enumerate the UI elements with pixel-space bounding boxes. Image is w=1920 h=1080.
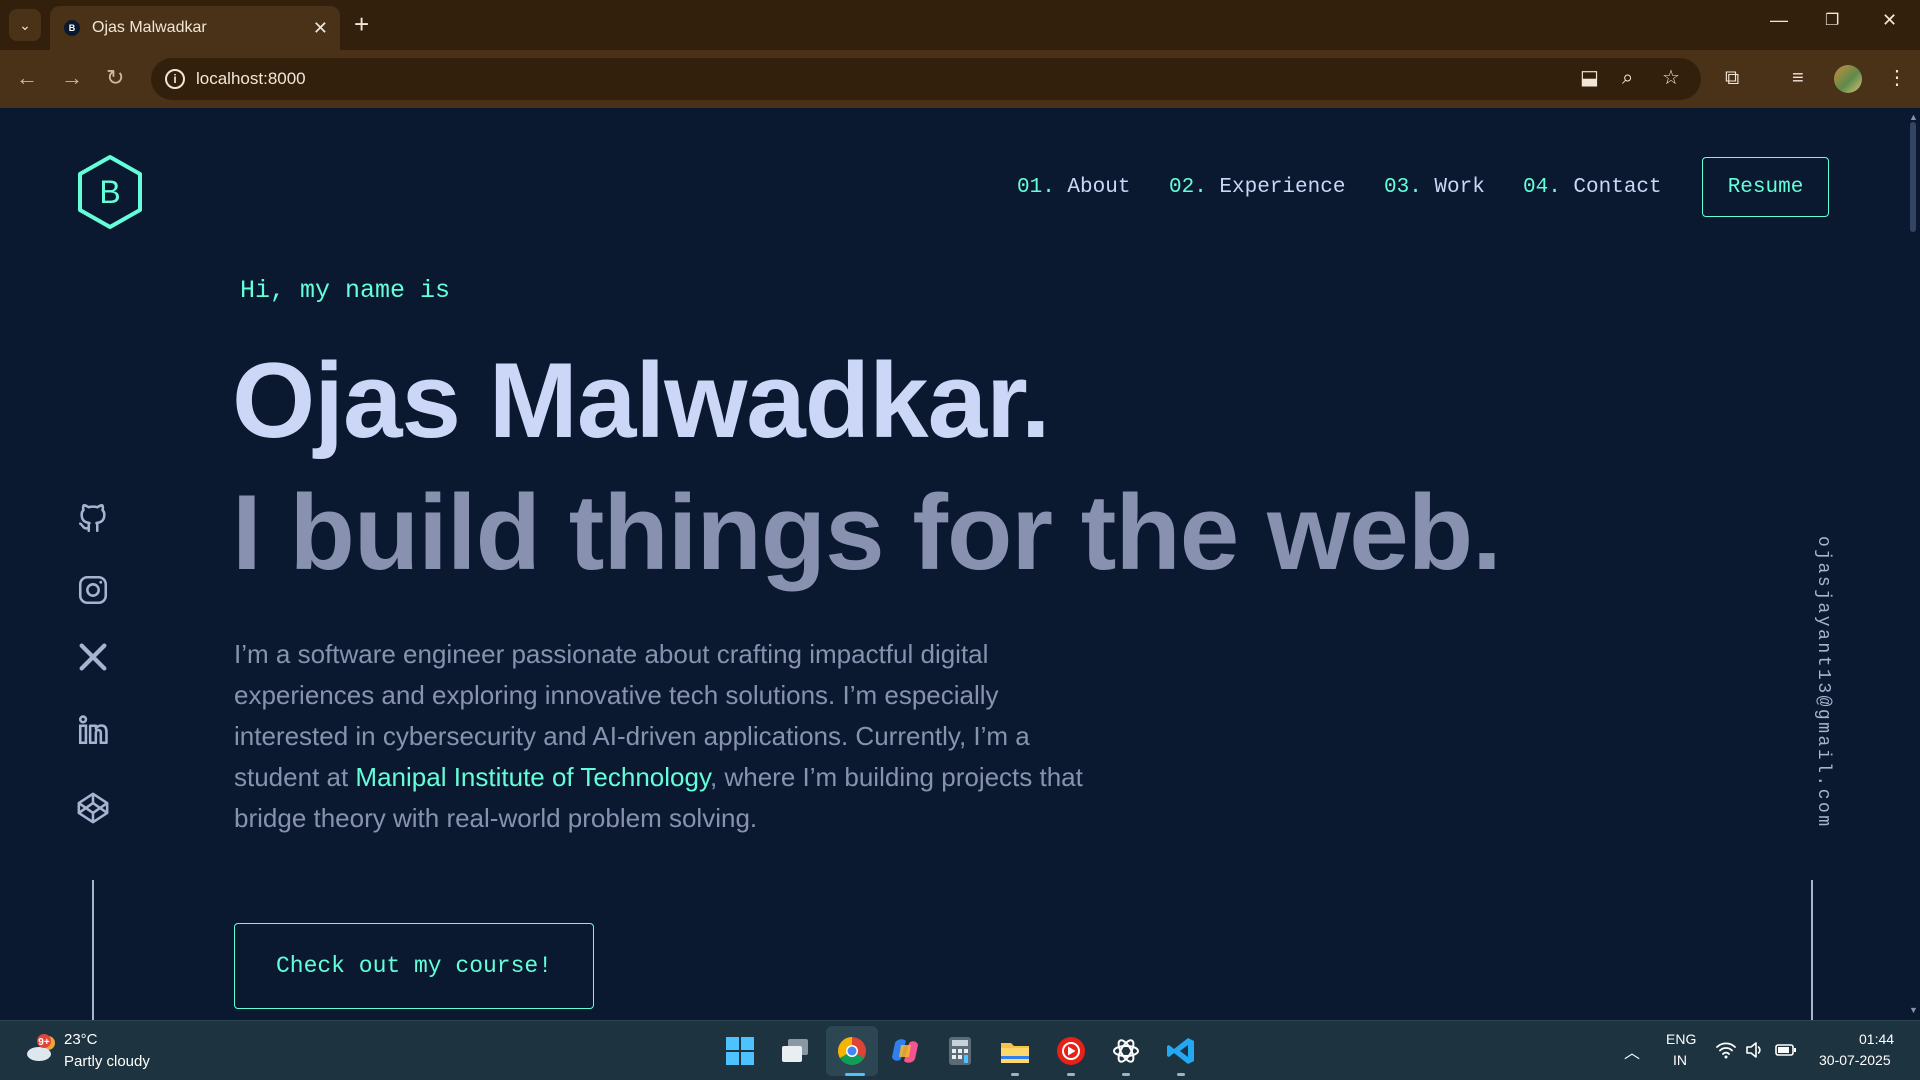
weather-temp[interactable]: 23°C — [64, 1031, 98, 1048]
x-icon[interactable] — [76, 640, 110, 674]
clock-time[interactable]: 01:44 — [1859, 1031, 1894, 1047]
language-primary[interactable]: ENG — [1666, 1031, 1696, 1047]
favicon-icon: B — [64, 20, 80, 36]
back-button[interactable]: ← — [16, 64, 38, 92]
clock-date[interactable]: 30-07-2025 — [1819, 1052, 1891, 1068]
profile-avatar[interactable] — [1834, 65, 1862, 93]
bookmark-star-icon[interactable]: ☆ — [1662, 65, 1680, 91]
chatgpt-indicator — [1122, 1073, 1130, 1076]
explorer-indicator — [1011, 1073, 1019, 1076]
right-vertical-line — [1811, 880, 1813, 1020]
minimize-button[interactable]: — — [1770, 10, 1788, 31]
menu-icon[interactable]: ⋮ — [1887, 65, 1907, 91]
url-text[interactable]: localhost:8000 — [196, 69, 306, 89]
language-secondary[interactable]: IN — [1673, 1052, 1687, 1068]
wifi-icon[interactable] — [1716, 1041, 1736, 1059]
taskbar: 9+ 23°C Partly cloudy ︿ ENG IN 01:44 30-… — [0, 1020, 1920, 1080]
hero-tagline: I build things for the web. — [232, 472, 1502, 592]
course-button[interactable]: Check out my course! — [234, 923, 594, 1009]
task-view-icon[interactable] — [779, 1035, 811, 1067]
codepen-icon[interactable] — [76, 791, 110, 825]
nav-about[interactable]: 01. About — [1017, 176, 1130, 199]
page-scrollbar[interactable]: ▲ ▼ — [1906, 108, 1920, 1020]
media-controls-icon[interactable]: ≡ — [1792, 65, 1804, 91]
svg-text:9+: 9+ — [38, 1037, 50, 1048]
new-tab-button[interactable]: + — [354, 10, 369, 38]
tab-search-button[interactable]: ⌄ — [9, 9, 41, 41]
start-icon[interactable] — [724, 1035, 756, 1067]
left-vertical-line — [92, 880, 94, 1020]
chatgpt-icon[interactable] — [1110, 1035, 1142, 1067]
hero-bio: I’m a software engineer passionate about… — [234, 639, 1083, 833]
battery-icon[interactable] — [1775, 1042, 1797, 1058]
nav-contact[interactable]: 04. Contact — [1523, 176, 1662, 199]
scroll-up-icon[interactable]: ▲ — [1909, 112, 1918, 122]
youtube-music-icon[interactable] — [1055, 1035, 1087, 1067]
volume-icon[interactable] — [1745, 1041, 1763, 1059]
vscode-indicator — [1177, 1073, 1185, 1076]
browser-tabstrip: ⌄ B Ojas Malwadkar ✕ + — ❐ ✕ — [0, 0, 1920, 50]
greeting-text: Hi, my name is — [240, 276, 451, 305]
file-explorer-icon[interactable] — [999, 1035, 1031, 1067]
vscode-icon[interactable] — [1165, 1035, 1197, 1067]
chevron-up-icon[interactable]: ︿ — [1624, 1039, 1640, 1063]
site-info-icon[interactable]: i — [165, 69, 185, 89]
copilot-icon[interactable] — [889, 1035, 921, 1067]
portfolio-page: B 01. About 02. Experience 03. Work 04. … — [0, 108, 1920, 1020]
browser-toolbar: ← → ↻ i localhost:8000 ⬓ ⌕ ☆ ⧉ ≡ ⋮ — [0, 50, 1920, 108]
instagram-icon[interactable] — [76, 573, 110, 607]
weather-condition[interactable]: Partly cloudy — [64, 1053, 150, 1070]
address-bar[interactable]: i localhost:8000 — [151, 58, 1701, 100]
tab-close-icon[interactable]: ✕ — [313, 18, 328, 39]
resume-button[interactable]: Resume — [1702, 157, 1829, 217]
install-app-icon[interactable]: ⬓ — [1580, 65, 1599, 91]
weather-icon[interactable]: 9+ — [24, 1033, 60, 1065]
scroll-thumb[interactable] — [1910, 122, 1916, 232]
extensions-icon[interactable]: ⧉ — [1725, 65, 1739, 91]
chrome-active-indicator — [845, 1073, 865, 1076]
scroll-down-icon[interactable]: ▼ — [1909, 1005, 1918, 1015]
linkedin-icon[interactable] — [76, 713, 110, 747]
chrome-icon[interactable] — [836, 1035, 868, 1067]
university-link[interactable]: Manipal Institute of Technology — [355, 762, 710, 792]
github-icon[interactable] — [76, 501, 110, 535]
hero-name: Ojas Malwadkar. — [232, 340, 1051, 460]
svg-text:B: B — [99, 174, 120, 210]
nav-work[interactable]: 03. Work — [1384, 176, 1485, 199]
logo-icon[interactable]: B — [76, 154, 144, 230]
zoom-icon[interactable]: ⌕ — [1622, 65, 1633, 91]
close-window-button[interactable]: ✕ — [1882, 10, 1897, 31]
restore-button[interactable]: ❐ — [1825, 10, 1839, 30]
browser-tab[interactable]: B Ojas Malwadkar ✕ — [50, 6, 340, 50]
forward-button[interactable]: → — [61, 64, 83, 92]
email-link[interactable]: ojasjayant13@gmail.com — [1813, 536, 1833, 829]
nav-experience[interactable]: 02. Experience — [1169, 176, 1345, 199]
calculator-icon[interactable] — [944, 1035, 976, 1067]
reload-button[interactable]: ↻ — [106, 64, 124, 92]
tab-title: Ojas Malwadkar — [92, 19, 207, 36]
youtube-music-indicator — [1067, 1073, 1075, 1076]
